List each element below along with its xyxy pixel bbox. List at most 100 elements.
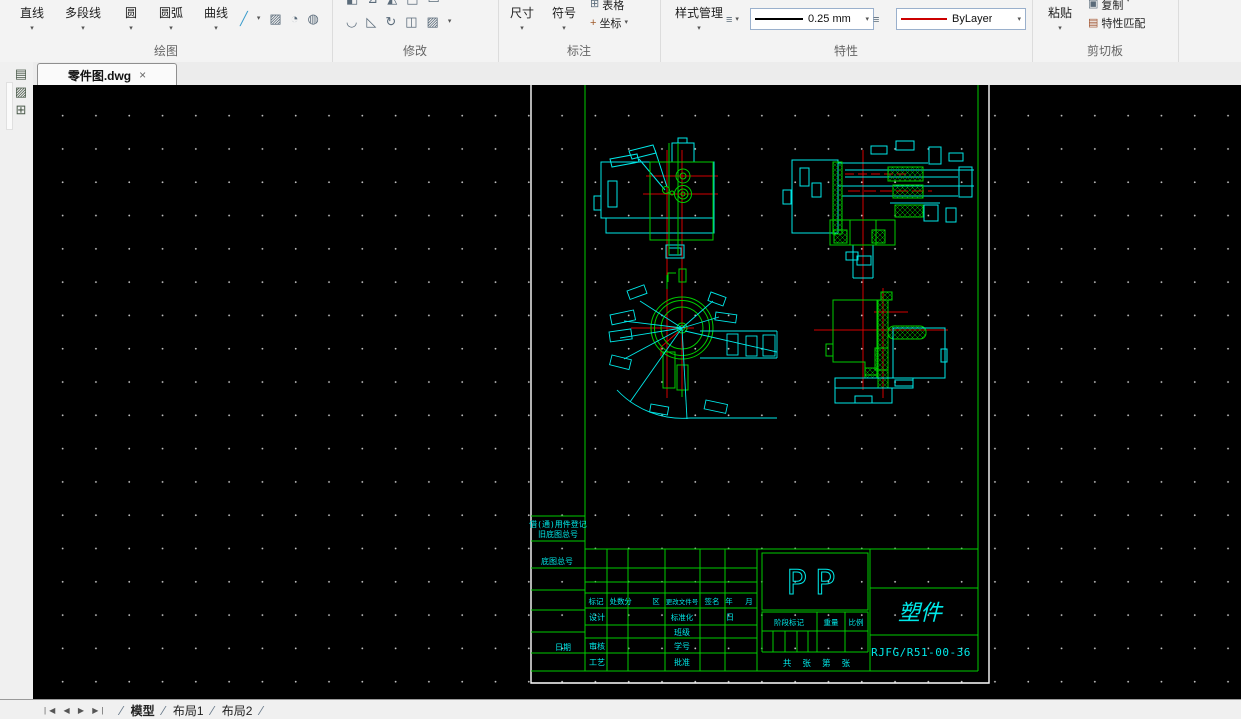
format-brush-icon[interactable]: ▤ xyxy=(12,66,30,82)
first-layout-icon[interactable]: |◀ xyxy=(44,706,58,715)
annotate-panel-label: 标注 xyxy=(498,42,660,59)
image-frame-icon[interactable]: ▨ xyxy=(12,84,30,100)
chevron-down-icon[interactable]: ▾ xyxy=(504,25,540,33)
chevron-down-icon[interactable]: ▾ xyxy=(624,19,628,27)
old-base-no-label: 旧底图总号 xyxy=(538,529,578,539)
table-button[interactable]: 表格 xyxy=(602,0,624,11)
rectangle-icon[interactable]: ▭ xyxy=(428,0,440,6)
coordinate-icon[interactable]: + xyxy=(590,16,596,30)
chevron-down-icon[interactable]: ▾ xyxy=(196,25,236,33)
left-tool-strip: ▤ ▨ ⊞ xyxy=(0,62,33,700)
clipboard-panel-label: 剪切板 xyxy=(1032,42,1178,59)
title-block[interactable]: 借(通)用件登记 旧底图总号 底图总号 日期 标记 处数 分 区 更改文件号 签… xyxy=(529,516,978,671)
extend-icon[interactable]: ⊿ xyxy=(367,0,378,6)
chevron-down-icon[interactable]: ▾ xyxy=(546,25,582,33)
modify-panel-label: 修改 xyxy=(332,42,498,59)
close-icon[interactable]: × xyxy=(139,68,146,82)
scale-label: 比例 xyxy=(849,617,864,627)
linetype-icon[interactable]: ≡ xyxy=(873,13,879,27)
copy-button[interactable]: 复制 xyxy=(1101,0,1123,10)
chevron-down-icon[interactable]: ▾ xyxy=(1126,0,1130,5)
base-no-label: 底图总号 xyxy=(541,556,573,566)
chevron-down-icon[interactable]: ▾ xyxy=(114,25,148,33)
lineweight-list-icon[interactable]: ≡ xyxy=(726,13,732,27)
drawing-no-text: RJFG/R51-00-36 xyxy=(871,646,971,659)
ribbon-panel-clipboard: 粘贴 ▾ ▣ 复制 ▾ ▤ 特性匹配 剪切板 xyxy=(1032,0,1179,62)
view-circular[interactable] xyxy=(609,275,777,419)
tab-layout1[interactable]: 布局1 xyxy=(167,702,210,719)
document-tab[interactable]: 零件图.dwg × xyxy=(37,63,177,86)
explode-icon[interactable]: ◫ xyxy=(405,15,417,29)
last-layout-icon[interactable]: ▶| xyxy=(92,706,106,715)
chevron-down-icon[interactable]: ▾ xyxy=(735,16,739,24)
symbol-button[interactable]: 符号 ▾ xyxy=(546,4,582,33)
stretch-icon[interactable]: ◰ xyxy=(406,0,418,6)
grid-table-icon[interactable]: ⊞ xyxy=(12,102,30,118)
boundary-icon[interactable]: ◍ xyxy=(308,12,319,26)
chevron-down-icon[interactable]: ▾ xyxy=(12,25,52,33)
revision-cloud-icon[interactable]: ◔ xyxy=(291,12,299,26)
drawing-canvas[interactable]: 借(通)用件登记 旧底图总号 底图总号 日期 标记 处数 分 区 更改文件号 签… xyxy=(33,85,1241,699)
circle-button[interactable]: 圆 ▾ xyxy=(114,4,148,33)
arc-button[interactable]: 圆弧 ▾ xyxy=(148,4,194,33)
dimension-button[interactable]: 尺寸 ▾ xyxy=(504,4,540,33)
view-top-left[interactable] xyxy=(594,138,714,282)
line-button[interactable]: 直线 ▾ xyxy=(12,4,52,33)
tab-separator: ∕ xyxy=(163,703,165,718)
hatch-edit-icon[interactable]: ▨ xyxy=(427,15,439,29)
chamfer-icon[interactable]: ◺ xyxy=(366,15,376,29)
count-label: 处数 xyxy=(610,596,625,606)
view-middle-right[interactable] xyxy=(826,292,947,403)
style-manager-button[interactable]: 样式管理 ▾ xyxy=(668,4,730,33)
tab-model[interactable]: 模型 xyxy=(125,702,161,719)
chevron-down-icon[interactable]: ▾ xyxy=(668,25,730,33)
next-layout-icon[interactable]: ▶ xyxy=(78,706,87,715)
view-top-right[interactable] xyxy=(783,141,974,278)
rotate-icon[interactable]: ↻ xyxy=(385,15,396,29)
chevron-down-icon: ▾ xyxy=(861,15,869,23)
polyline-button[interactable]: 多段线 ▾ xyxy=(52,4,114,33)
chevron-down-icon[interactable]: ▾ xyxy=(257,15,261,23)
student-no-label: 学号 xyxy=(674,641,690,651)
weight-label: 重量 xyxy=(824,618,839,627)
mark-label: 标记 xyxy=(589,596,604,606)
lineweight-select[interactable]: 0.25 mm ▾ xyxy=(750,8,874,30)
chevron-down-icon[interactable]: ▾ xyxy=(52,25,114,33)
color-select[interactable]: ByLayer ▾ xyxy=(896,8,1026,30)
ribbon-panel-annotate: 尺寸 ▾ 符号 ▾ ⊞ 表格 + 坐标 ▾ 标注 xyxy=(498,0,661,62)
part-name-text: 塑件 xyxy=(898,601,944,626)
ribbon: 直线 ▾ 多段线 ▾ 圆 ▾ 圆弧 ▾ 曲线 ▾ ╱ ▾ ▨ xyxy=(0,0,1241,63)
chevron-down-icon[interactable]: ▾ xyxy=(148,25,194,33)
class-label: 班级 xyxy=(674,627,690,637)
table-icon[interactable]: ⊞ xyxy=(590,0,599,11)
chevron-down-icon[interactable]: ▾ xyxy=(448,18,452,26)
material-text: PP xyxy=(787,563,844,603)
ribbon-panel-draw: 直线 ▾ 多段线 ▾ 圆 ▾ 圆弧 ▾ 曲线 ▾ ╱ ▾ ▨ xyxy=(0,0,333,62)
tab-layout2[interactable]: 布局2 xyxy=(216,702,259,719)
tab-separator: ∕ xyxy=(260,703,262,718)
match-properties-icon[interactable]: ▤ xyxy=(1088,16,1098,30)
properties-panel-label: 特性 xyxy=(660,42,1032,59)
cad-drawing[interactable]: 借(通)用件登记 旧底图总号 底图总号 日期 标记 处数 分 区 更改文件号 签… xyxy=(33,85,1241,699)
document-tab-bar: 零件图.dwg × xyxy=(33,62,1241,85)
break-icon[interactable]: ◧ xyxy=(346,0,358,6)
ribbon-panel-modify: ◧ ⊿ ◭ ◰ ▭ ◡ ◺ ↻ ◫ ▨ ▾ 修改 xyxy=(332,0,499,62)
mirror-icon[interactable]: ◭ xyxy=(387,0,397,6)
paste-button[interactable]: 粘贴 ▾ xyxy=(1040,4,1080,33)
application-window: 直线 ▾ 多段线 ▾ 圆 ▾ 圆弧 ▾ 曲线 ▾ ╱ ▾ ▨ xyxy=(0,0,1241,719)
match-properties-button[interactable]: 特性匹配 xyxy=(1101,15,1145,31)
ribbon-panel-properties: 样式管理 ▾ ≡ ▾ 0.25 mm ▾ ≡ ByLayer ▾ 特性 xyxy=(660,0,1033,62)
hatch-icon[interactable]: ▨ xyxy=(269,12,281,26)
construction-line-icon[interactable]: ╱ xyxy=(240,12,248,26)
standardization-label: 标准化 xyxy=(671,612,694,622)
bylayer-color-swatch xyxy=(901,18,947,20)
copy-icon[interactable]: ▣ xyxy=(1088,0,1098,10)
prev-layout-icon[interactable]: ◀ xyxy=(63,706,72,715)
tab-separator: ∕ xyxy=(120,703,122,718)
fillet-icon[interactable]: ◡ xyxy=(346,15,357,29)
curve-button[interactable]: 曲线 ▾ xyxy=(196,4,236,33)
process-label: 工艺 xyxy=(589,658,605,667)
coordinate-button[interactable]: 坐标 xyxy=(599,15,621,31)
stage-mark-label: 阶段标记 xyxy=(774,617,804,627)
chevron-down-icon[interactable]: ▾ xyxy=(1040,25,1080,33)
